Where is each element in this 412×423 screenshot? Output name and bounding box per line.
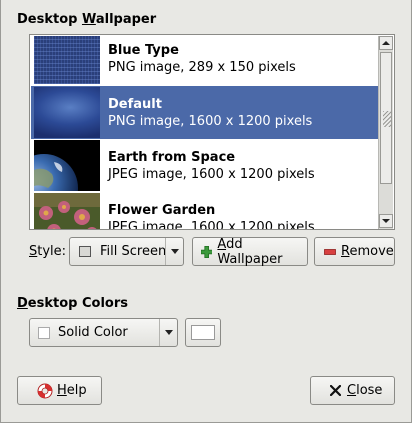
scroll-down-button[interactable] [379,214,393,228]
colors-section-title: Desktop Colors [17,296,128,311]
blue-type-thumbnail [34,36,100,84]
color-mode-combo[interactable]: Solid Color [29,318,178,347]
default-thumbnail [34,87,100,138]
scroll-up-button[interactable] [379,36,393,50]
wallpaper-section-title: Desktop Wallpaper [17,12,157,27]
chevron-down-icon [159,319,177,346]
wallpaper-desc: PNG image, 289 x 150 pixels [108,59,296,75]
wallpaper-name: Blue Type [108,42,179,58]
color-mode-value: Solid Color [58,325,128,340]
list-scrollbar[interactable] [378,36,393,229]
wallpaper-name: Earth from Space [108,149,236,165]
close-button[interactable]: Close [310,376,395,405]
style-combo[interactable]: Fill Screen [69,237,184,266]
flower-garden-thumbnail [34,193,100,229]
style-value: Fill Screen [100,244,167,259]
grip-icon [383,111,391,127]
remove-button[interactable]: Remove [314,237,395,266]
arrow-down-icon [382,219,390,223]
add-icon [201,245,213,258]
chevron-down-icon [165,238,183,265]
close-icon [330,385,341,396]
wallpaper-list-viewport: Blue Type PNG image, 289 x 150 pixels De… [31,36,379,230]
color-mode-icon [38,326,50,339]
arrow-up-icon [382,41,390,45]
remove-icon [324,248,336,255]
add-wallpaper-button[interactable]: Add Wallpaper [192,237,308,267]
wallpaper-name: Default [108,96,162,112]
wallpaper-name: Flower Garden [108,202,216,218]
wallpaper-desc: PNG image, 1600 x 1200 pixels [108,113,313,129]
wallpaper-list[interactable]: Blue Type PNG image, 289 x 150 pixels De… [29,34,395,230]
wallpaper-item-blue-type[interactable]: Blue Type PNG image, 289 x 150 pixels [31,36,379,85]
earth-thumbnail [34,140,100,191]
wallpaper-desc: JPEG image, 1600 x 1200 pixels [108,166,315,182]
scrollbar-thumb[interactable] [380,52,392,184]
wallpaper-item-flower-garden[interactable]: Flower Garden JPEG image, 1600 x 1200 pi… [31,192,379,230]
style-label: Style: [29,244,67,259]
help-lifebuoy-icon [37,383,53,398]
color-picker-button[interactable] [185,318,221,347]
help-button[interactable]: Help [17,376,102,405]
wallpaper-desc: JPEG image, 1600 x 1200 pixels [108,219,315,230]
wallpaper-item-default[interactable]: Default PNG image, 1600 x 1200 pixels [31,86,379,139]
wallpaper-item-earth[interactable]: Earth from Space JPEG image, 1600 x 1200… [31,139,379,192]
color-swatch [191,325,215,340]
fill-screen-icon [79,246,91,257]
